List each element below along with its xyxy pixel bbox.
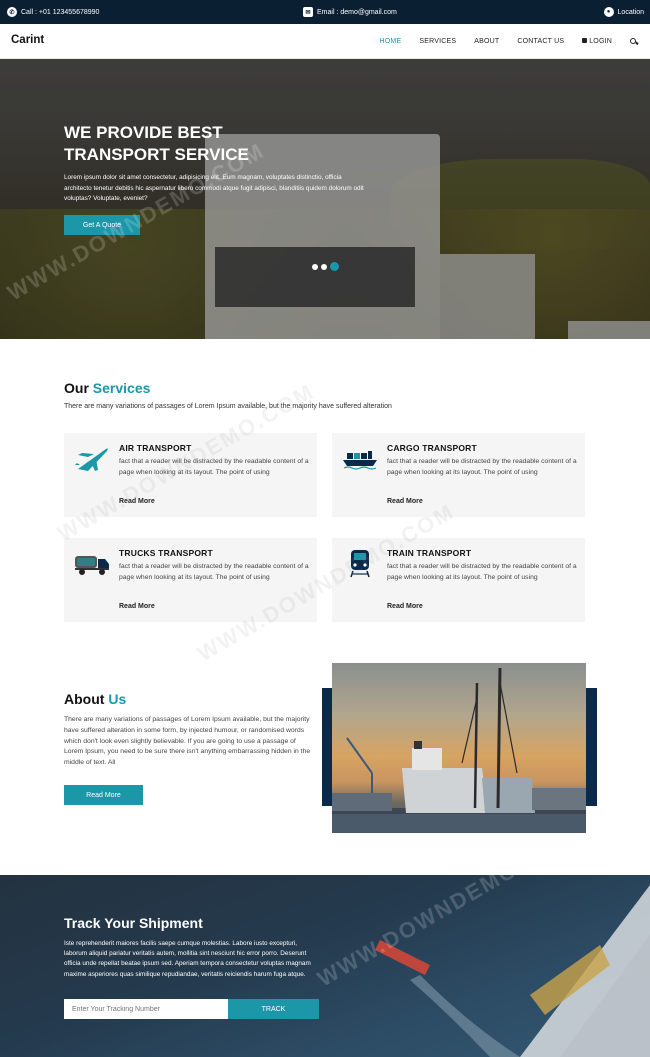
services-heading: Our Services [64,380,150,396]
read-more-link[interactable]: Read More [387,498,423,505]
phone-text: Call : +01 123455678990 [21,8,100,16]
hero-text: Lorem ipsum dolor sit amet consectetur, … [64,174,364,202]
track-shipment-section: Track Your Shipment Iste reprehenderit m… [0,875,650,1057]
navbar: Carint HOME SERVICES ABOUT CONTACT US LO… [0,24,650,59]
service-text: fact that a reader will be distracted by… [387,563,577,581]
about-heading-a: About [64,691,105,707]
service-text: fact that a reader will be distracted by… [387,458,577,476]
about-heading: About Us [64,691,126,707]
email-text: Email : demo@gmail.com [317,8,397,16]
about-heading-b: Us [108,691,127,707]
nav-about[interactable]: ABOUT [474,38,499,45]
search-icon [630,37,636,44]
hero-slider: WE PROVIDE BEST TRANSPORT SERVICE Lorem … [0,59,650,339]
service-card-trucks: TRUCKS TRANSPORT fact that a reader will… [64,538,317,622]
truck-icon [75,556,109,575]
top-bar: ✆ Call : +01 123455678990 ✉ Email : demo… [0,0,650,24]
about-text: There are many variations of passages of… [64,716,311,767]
service-text: fact that a reader will be distracted by… [119,458,309,476]
read-more-link[interactable]: Read More [387,603,423,610]
about-read-more-button[interactable]: Read More [64,785,143,805]
track-button[interactable]: TRACK [228,999,319,1019]
tracking-number-input[interactable] [64,999,228,1019]
service-card-train: TRAIN TRANSPORT fact that a reader will … [332,538,585,622]
service-title: CARGO TRANSPORT [387,443,477,453]
services-subtitle: There are many variations of passages of… [64,403,392,410]
port-image [332,663,586,833]
location-text: Location [617,8,644,16]
track-heading: Track Your Shipment [64,915,203,931]
services-heading-a: Our [64,380,89,396]
location-pin-icon: ● [603,7,614,17]
email-icon: ✉ [303,7,313,17]
service-title: TRUCKS TRANSPORT [119,548,213,558]
nav-login[interactable]: LOGIN [582,38,612,45]
service-card-cargo: CARGO TRANSPORT fact that a reader will … [332,433,585,517]
hero-title-line-2: TRANSPORT SERVICE [64,145,249,164]
train-icon [350,550,370,578]
slider-dot-active[interactable] [330,262,339,271]
hero-title: WE PROVIDE BEST TRANSPORT SERVICE [64,122,304,166]
nav-login-label: LOGIN [589,38,612,45]
user-icon [582,38,588,43]
slider-dot[interactable] [321,263,327,270]
get-quote-button[interactable]: Get A Quote [64,215,140,235]
nav-contact[interactable]: CONTACT US [517,38,564,45]
service-text: fact that a reader will be distracted by… [119,563,309,581]
email-info[interactable]: ✉ Email : demo@gmail.com [303,0,397,24]
service-title: TRAIN TRANSPORT [387,548,472,558]
service-title: AIR TRANSPORT [119,443,192,453]
slider-dots [312,262,339,271]
cargo-ship-icon [343,451,377,470]
phone-info[interactable]: ✆ Call : +01 123455678990 [7,0,99,24]
nav-services[interactable]: SERVICES [419,38,456,45]
track-text: Iste reprehenderit maiores facilis saepe… [64,940,311,978]
read-more-link[interactable]: Read More [119,603,155,610]
airplane-icon [75,448,108,471]
service-card-air: AIR TRANSPORT fact that a reader will be… [64,433,317,517]
slider-dot[interactable] [312,263,318,270]
hero-title-line-1: WE PROVIDE BEST [64,123,223,142]
nav-home[interactable]: HOME [380,38,402,45]
phone-icon: ✆ [7,7,17,17]
main-menu: HOME SERVICES ABOUT CONTACT US LOGIN [362,24,636,59]
read-more-link[interactable]: Read More [119,498,155,505]
port-scene [332,667,586,833]
services-heading-b: Services [92,380,151,396]
location-info[interactable]: ● Location [603,0,644,24]
site-logo[interactable]: Carint [11,34,44,46]
search-button[interactable] [630,37,636,46]
